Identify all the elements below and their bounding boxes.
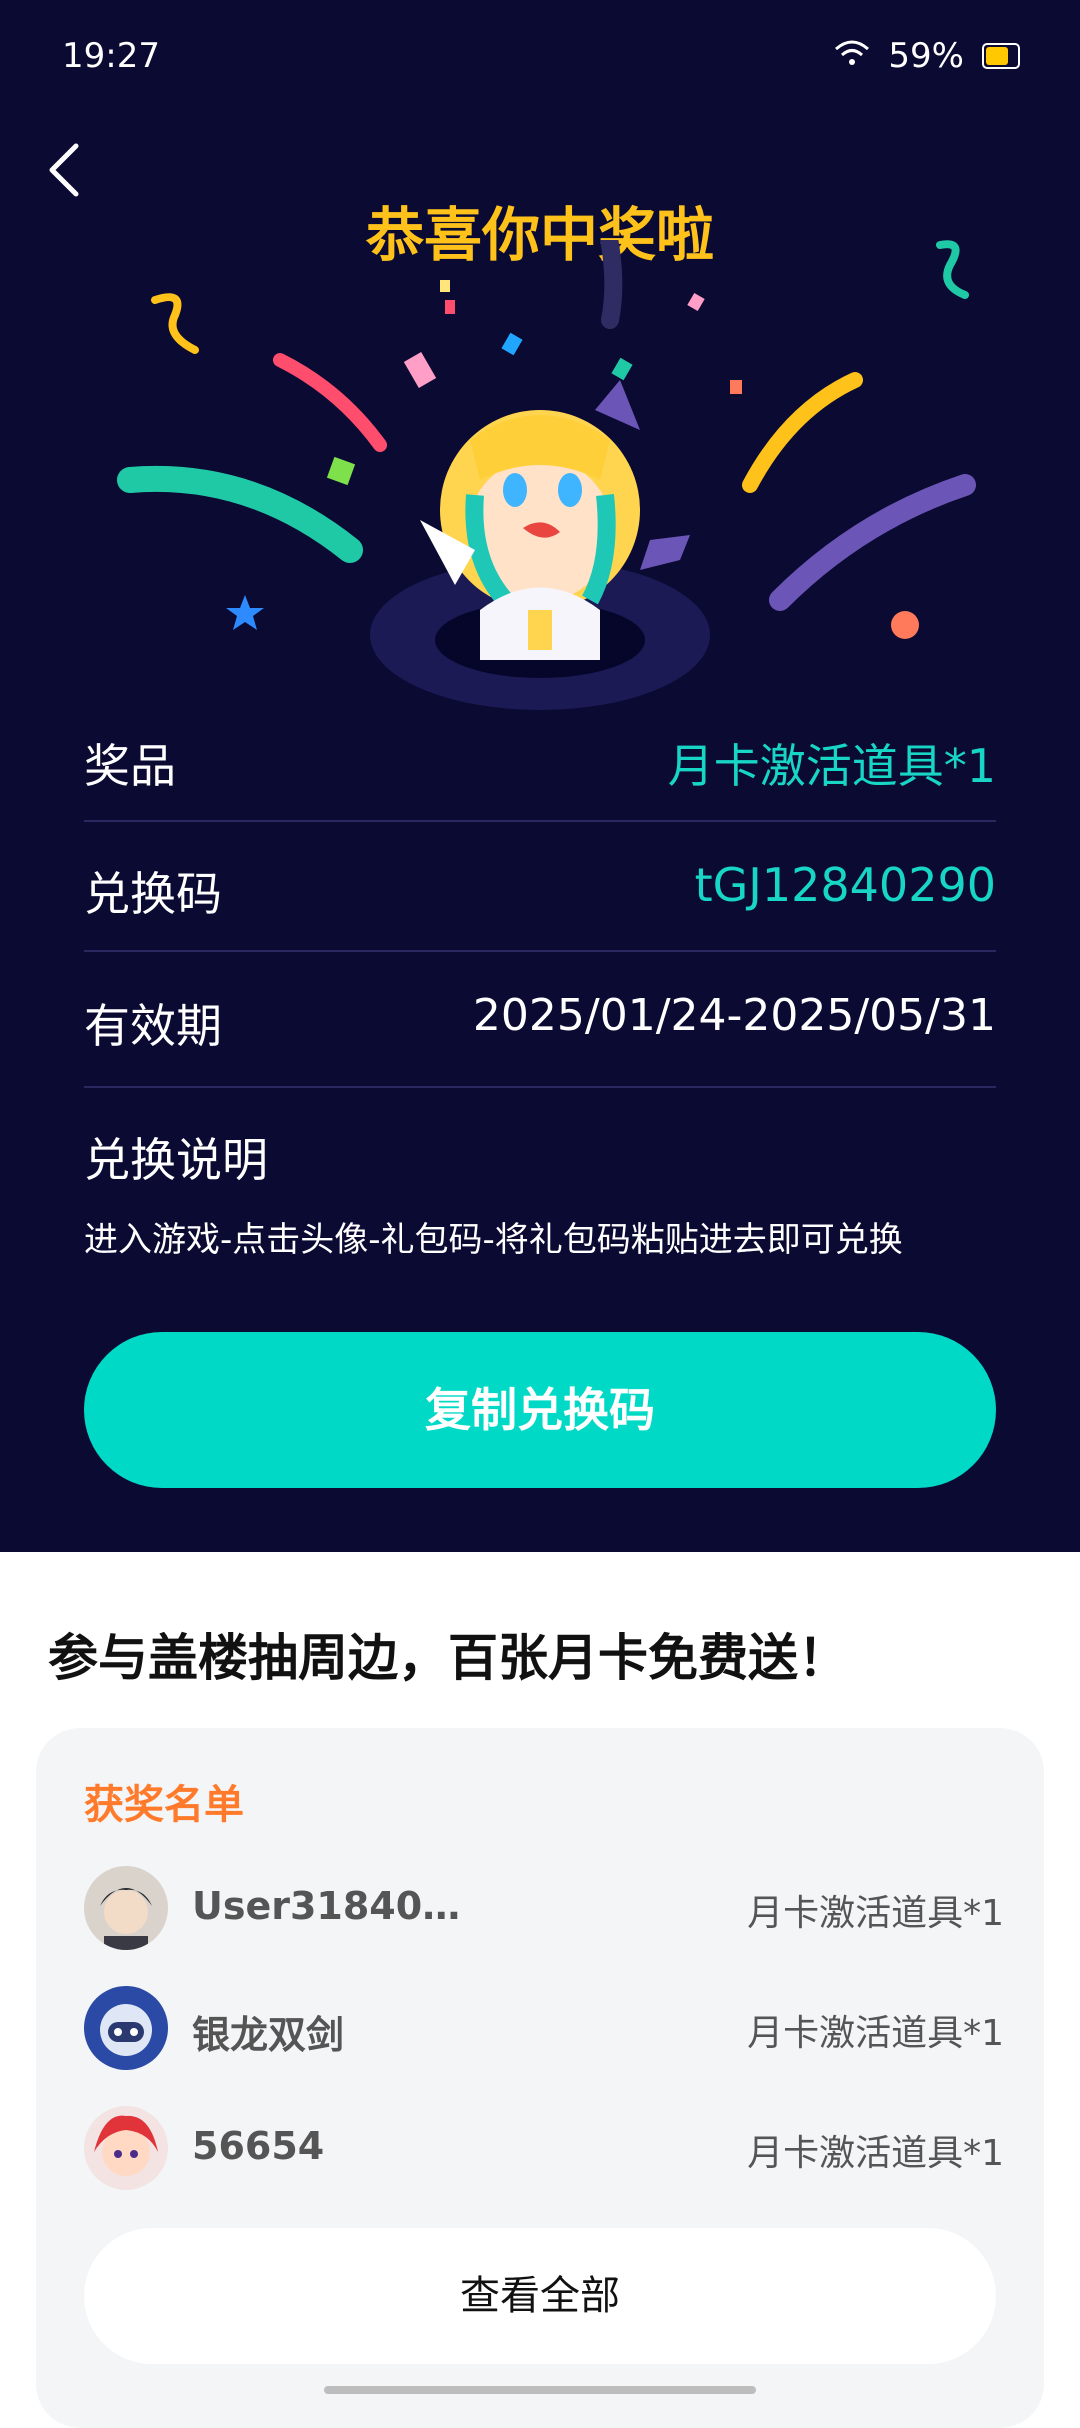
code-value[interactable]: tGJ12840290 — [695, 858, 996, 912]
divider — [84, 950, 996, 952]
status-time: 19:27 — [62, 36, 160, 76]
winners-card: 获奖名单 User31840… 月卡激活道具*1 银龙双剑 月卡激活道具*1 5… — [36, 1728, 1044, 2428]
celebration-illustration — [117, 240, 976, 710]
avatar[interactable] — [84, 1866, 168, 1950]
divider — [84, 1086, 996, 1088]
status-icons: 59% — [834, 36, 1020, 76]
winner-name: 银龙双剑 — [192, 2013, 345, 2057]
home-indicator[interactable] — [324, 2386, 756, 2394]
validity-value: 2025/01/24-2025/05/31 — [472, 990, 996, 1041]
winners-title: 获奖名单 — [84, 1782, 244, 1828]
list-item: 56654 月卡激活道具*1 — [84, 2106, 1004, 2196]
divider — [84, 820, 996, 822]
prize-value: 月卡激活道具*1 — [667, 739, 996, 793]
prize-label: 奖品 — [84, 739, 176, 793]
list-item: User31840… 月卡激活道具*1 — [84, 1866, 1004, 1956]
battery-percent: 59% — [888, 36, 964, 76]
promo-headline: 参与盖楼抽周边，百张月卡免费送！ — [48, 1629, 848, 1687]
view-all-button[interactable]: 查看全部 — [84, 2228, 996, 2364]
battery-icon — [982, 43, 1020, 69]
instructions-label: 兑换说明 — [84, 1133, 268, 1187]
copy-code-button[interactable]: 复制兑换码 — [84, 1332, 996, 1488]
avatar[interactable] — [84, 1986, 168, 2070]
validity-label: 有效期 — [84, 999, 222, 1053]
instructions-text: 进入游戏-点击头像-礼包码-将礼包码粘贴进去即可兑换 — [84, 1220, 903, 1260]
prize-panel: 19:27 59% 恭喜你中奖啦 奖品 月卡激活道具*1 兑换码 tGJ1284… — [0, 0, 1080, 1552]
wifi-icon — [834, 36, 870, 76]
winner-prize: 月卡激活道具*1 — [747, 1893, 1004, 1934]
winner-name: 56654 — [192, 2124, 325, 2168]
winner-prize: 月卡激活道具*1 — [747, 2013, 1004, 2054]
winner-prize: 月卡激活道具*1 — [747, 2133, 1004, 2174]
winner-name: User31840… — [192, 1884, 461, 1928]
list-item: 银龙双剑 月卡激活道具*1 — [84, 1986, 1004, 2076]
status-bar: 19:27 59% — [0, 0, 1080, 110]
code-label: 兑换码 — [84, 867, 222, 921]
avatar[interactable] — [84, 2106, 168, 2190]
